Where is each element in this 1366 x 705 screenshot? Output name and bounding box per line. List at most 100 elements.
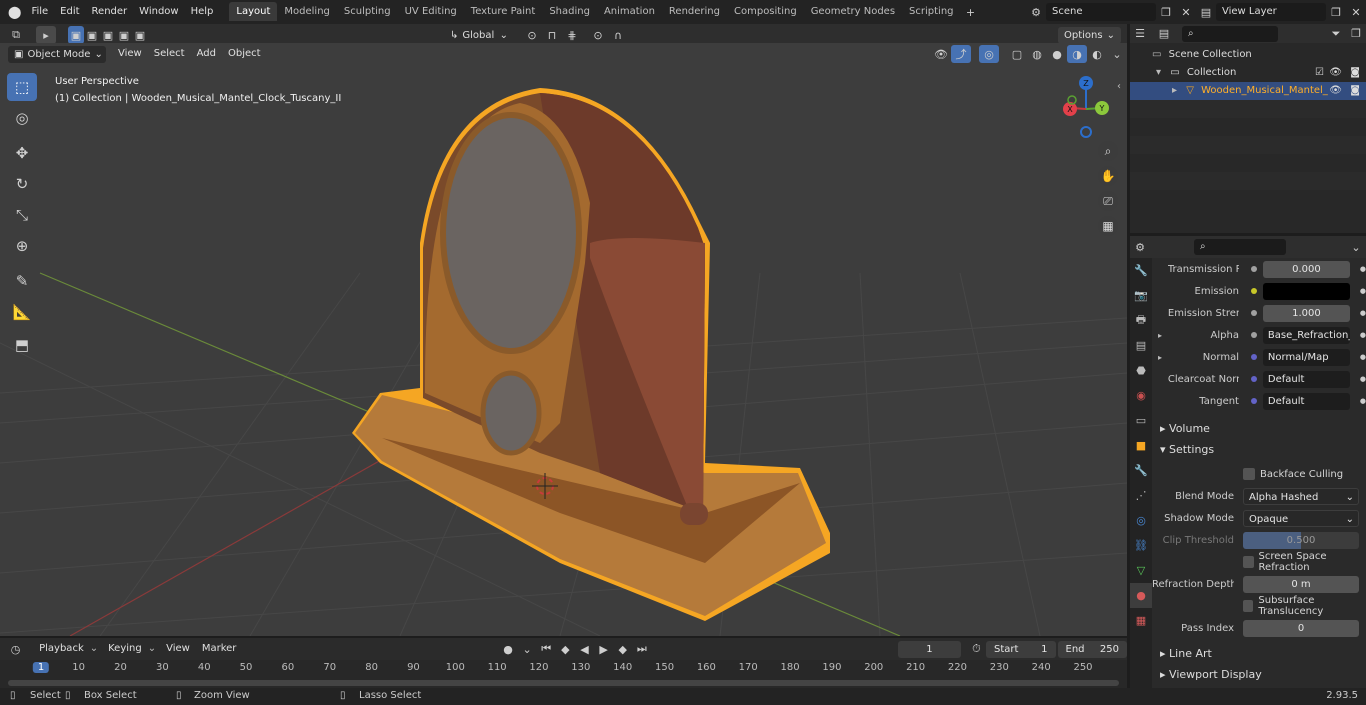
keyframe-dot-icon[interactable]: ● [1360, 397, 1366, 405]
gizmo-toggle-icon[interactable]: ⤴ [951, 45, 971, 63]
expand-socket-arrow-icon[interactable]: ▸ [1158, 353, 1168, 362]
object-tab-icon[interactable]: ■ [1130, 433, 1152, 458]
transform-orientation-dropdown[interactable]: ↳ Global ⌄ [444, 26, 514, 44]
transform-tool-icon[interactable]: ⊕ [7, 232, 37, 260]
shading-options-icon[interactable]: ⌄ [1107, 45, 1127, 63]
snap-toggle-icon[interactable]: ⊓ [542, 26, 562, 44]
jump-end-icon[interactable]: ⏭ [632, 640, 651, 658]
visibility-icon[interactable]: 👁 [931, 45, 951, 63]
property-value-field[interactable]: Base_Refraction_inv... [1262, 326, 1350, 344]
outliner-search-field[interactable]: ⌕ [1182, 25, 1278, 42]
play-icon[interactable]: ▶ [594, 640, 613, 658]
navigation-gizmo[interactable]: Z Y X [1055, 71, 1115, 141]
timeline-menu-marker[interactable]: Marker [196, 638, 243, 660]
end-frame-field[interactable]: End 250 [1057, 640, 1128, 658]
clip-threshold-slider[interactable]: 0.500 [1243, 531, 1359, 549]
collapse-arrow-icon[interactable]: ▾ [1156, 67, 1161, 78]
keyframe-dot-icon[interactable]: ● [1360, 353, 1366, 361]
workspace-tab-modeling[interactable]: Modeling [277, 2, 337, 21]
property-value-field[interactable]: 0.000 [1262, 260, 1350, 278]
blend-mode-dropdown[interactable]: Alpha Hashed ⌄ [1243, 487, 1359, 505]
delete-view-layer-icon[interactable]: ✕ [1346, 3, 1366, 21]
move-tool-icon[interactable]: ✥ [7, 139, 37, 167]
3d-viewport[interactable]: User Perspective (1) Collection | Wooden… [0, 43, 1127, 636]
new-view-layer-icon[interactable]: ❐ [1326, 3, 1346, 21]
expand-socket-arrow-icon[interactable]: ▸ [1158, 331, 1168, 340]
timeline-ruler[interactable]: 1 10 20 30 40 50 60 70 80 90 100 110 120 130 140 150 160… [0, 660, 1127, 688]
sidebar-toggle-icon[interactable]: ‹ [1117, 81, 1121, 92]
playhead[interactable]: 1 [32, 662, 50, 673]
output-tab-icon[interactable]: 🖶 [1130, 308, 1152, 333]
add-cube-tool-icon[interactable]: ⬒ [7, 331, 37, 359]
scene-tab-icon[interactable]: ⬣ [1130, 358, 1152, 383]
timeline-menu-view[interactable]: View [160, 638, 196, 660]
expand-arrow-icon[interactable]: ▸ [1172, 85, 1177, 96]
perspective-toggle-icon[interactable]: ▦ [1098, 216, 1118, 236]
collection-visibility-icon[interactable]: 👁 [1329, 64, 1342, 82]
property-value-field[interactable]: Default [1262, 370, 1350, 388]
workspace-tab-scripting[interactable]: Scripting [902, 2, 960, 21]
record-icon[interactable]: ● [498, 640, 517, 658]
options-dropdown[interactable]: Options ⌄ [1058, 26, 1121, 44]
pivot-point-icon[interactable]: ⊙ [522, 26, 542, 44]
material-shading-icon[interactable]: ◑ [1067, 45, 1087, 63]
keyframe-dot-icon[interactable]: ● [1360, 265, 1366, 273]
workspace-tab-sculpting[interactable]: Sculpting [337, 2, 398, 21]
camera-view-icon[interactable]: ⎚ [1098, 191, 1118, 211]
ssr-checkbox[interactable] [1243, 556, 1254, 568]
rendered-shading-icon[interactable]: ◐ [1087, 45, 1107, 63]
constraints-tab-icon[interactable]: ⛓ [1130, 533, 1152, 558]
texture-tab-icon[interactable]: ▦ [1130, 608, 1152, 633]
menu-edit[interactable]: Edit [54, 0, 85, 24]
viewport-display-panel-header[interactable]: ▸ Viewport Display [1152, 664, 1366, 685]
overlay-toggle-icon[interactable]: ◎ [979, 45, 999, 63]
workspace-tab-rendering[interactable]: Rendering [662, 2, 727, 21]
select-mode-subtract-icon[interactable]: ▣ [100, 26, 116, 44]
scene-icon[interactable]: ⚙ [1026, 3, 1046, 21]
editor-type-icon[interactable]: ⧉ [6, 26, 26, 44]
jump-start-icon[interactable]: ⏮ [537, 640, 556, 658]
outliner-collection[interactable]: ▾ ▭ Collection ☑ 👁 ◙ [1130, 64, 1366, 82]
volume-panel-header[interactable]: ▸ Volume [1152, 418, 1366, 439]
wireframe-shading-icon[interactable]: ◍ [1027, 45, 1047, 63]
workspace-tab-shading[interactable]: Shading [542, 2, 597, 21]
world-tab-icon[interactable]: ◉ [1130, 383, 1152, 408]
falloff-icon[interactable]: ∩ [608, 26, 628, 44]
property-value-field[interactable] [1262, 282, 1350, 300]
backface-culling-toggle[interactable]: Backface Culling [1152, 463, 1366, 485]
settings-panel-header[interactable]: ▾ Settings [1152, 439, 1366, 460]
outliner-scene-collection[interactable]: ▭ Scene Collection [1130, 46, 1366, 64]
zoom-icon[interactable]: ⌕ [1098, 141, 1118, 161]
prev-keyframe-icon[interactable]: ◆ [556, 640, 575, 658]
active-tool-icon[interactable]: ▸ [36, 26, 56, 44]
select-box-tool-icon[interactable]: ⬚ [7, 73, 37, 101]
timeline-scrollbar[interactable] [8, 680, 1119, 686]
subsurface-checkbox[interactable] [1243, 600, 1254, 612]
object-render-icon[interactable]: ◙ [1350, 82, 1360, 100]
annotate-tool-icon[interactable]: ✎ [7, 267, 37, 295]
blender-logo-icon[interactable]: ⬤ [0, 0, 25, 24]
particles-tab-icon[interactable]: ⋰ [1130, 483, 1152, 508]
keyframe-type-icon[interactable]: ⌄ [518, 640, 537, 658]
keyframe-dot-icon[interactable]: ● [1360, 287, 1366, 295]
pass-index-field[interactable]: 0 [1243, 619, 1359, 637]
workspace-tab-geometry-nodes[interactable]: Geometry Nodes [804, 2, 902, 21]
xray-toggle-icon[interactable]: ▢ [1007, 45, 1027, 63]
ssr-toggle[interactable]: Screen Space Refraction [1152, 551, 1366, 573]
rotate-tool-icon[interactable]: ↻ [7, 170, 37, 198]
line-art-panel-header[interactable]: ▸ Line Art [1152, 643, 1366, 664]
menu-window[interactable]: Window [133, 0, 184, 24]
menu-render[interactable]: Render [86, 0, 134, 24]
properties-editor-type-icon[interactable]: ⚙ [1130, 238, 1150, 256]
modifier-tab-icon[interactable]: 🔧 [1130, 458, 1152, 483]
property-value-field[interactable]: Normal/Map [1262, 348, 1350, 366]
viewport-menu-view[interactable]: View [112, 43, 148, 65]
property-value-field[interactable]: Default [1262, 392, 1350, 410]
current-frame-field[interactable]: 1 [897, 640, 961, 658]
start-frame-field[interactable]: Start 1 [986, 640, 1056, 658]
keyframe-dot-icon[interactable]: ● [1360, 309, 1366, 317]
workspace-tab-compositing[interactable]: Compositing [727, 2, 804, 21]
pan-hand-icon[interactable]: ✋ [1098, 166, 1118, 186]
subsurface-toggle[interactable]: Subsurface Translucency [1152, 595, 1366, 617]
next-keyframe-icon[interactable]: ◆ [613, 640, 632, 658]
